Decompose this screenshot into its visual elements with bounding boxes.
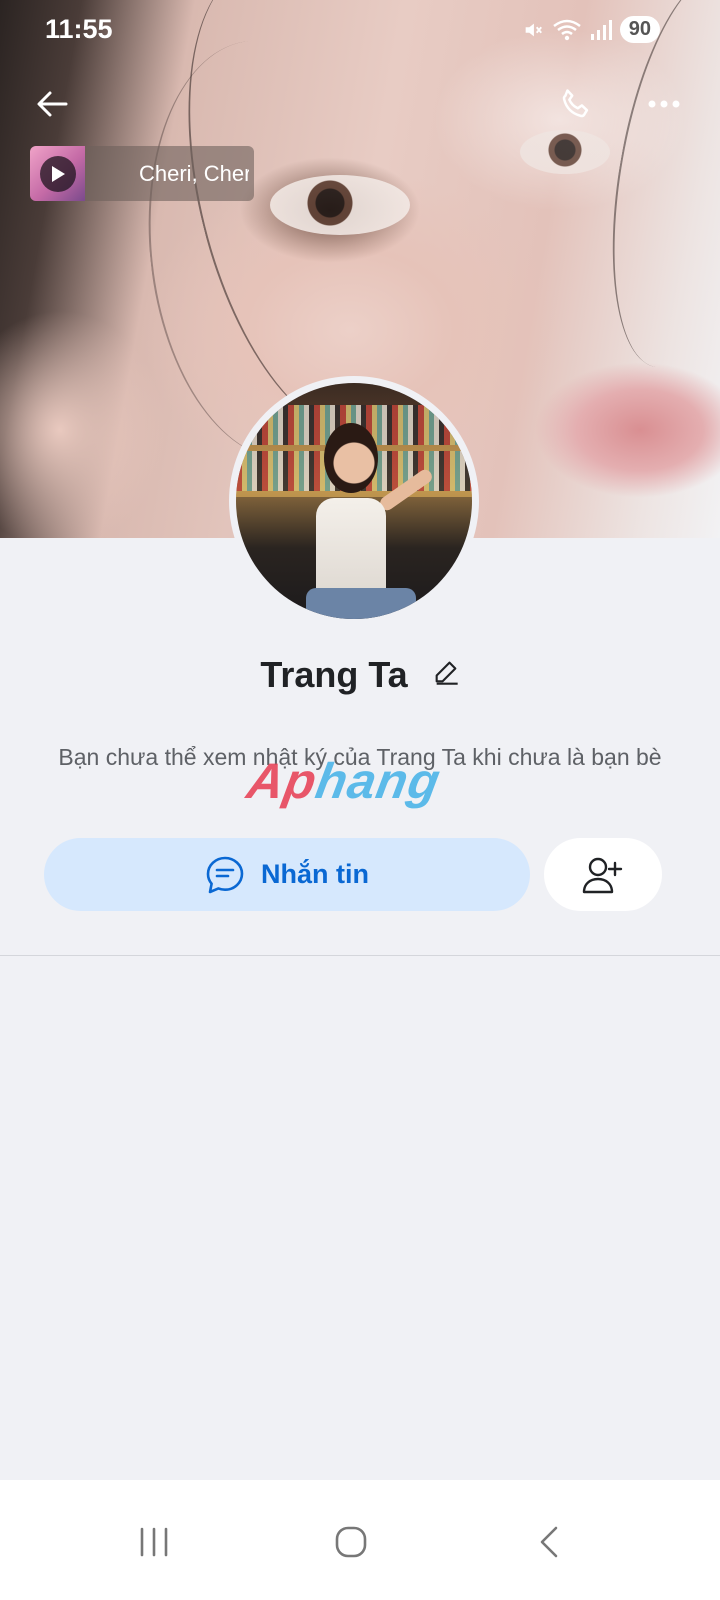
- cover-eye: [520, 130, 610, 174]
- system-back-button[interactable]: [509, 1502, 589, 1582]
- chevron-left-icon: [540, 1526, 558, 1558]
- person-jeans: [306, 588, 416, 619]
- home-icon: [335, 1526, 367, 1558]
- wifi-icon: [552, 19, 581, 40]
- play-icon: [51, 165, 65, 182]
- section-divider: [0, 955, 720, 956]
- mute-icon: [525, 23, 542, 36]
- song-title: Cheri, Cheri Lady: [139, 160, 249, 186]
- arrow-left-icon: [37, 91, 68, 117]
- message-button-label: Nhắn tin: [261, 859, 369, 889]
- add-user-icon: [582, 857, 623, 893]
- recents-icon: [140, 1527, 168, 1557]
- message-button[interactable]: Nhắn tin: [44, 838, 530, 911]
- album-thumbnail: [30, 146, 85, 201]
- status-time: 11:55: [45, 14, 113, 44]
- watermark-part-a: Ap: [243, 753, 322, 809]
- battery-level: 90: [619, 16, 660, 43]
- status-bar: 11:55 90: [0, 0, 720, 64]
- pencil-icon: [435, 662, 458, 686]
- recents-button[interactable]: [114, 1502, 194, 1582]
- signal-icon: [590, 19, 612, 40]
- edit-name-button[interactable]: [432, 653, 460, 695]
- watermark-part-b: hang: [311, 753, 446, 809]
- back-button[interactable]: [28, 80, 76, 128]
- avatar-photo: [236, 383, 472, 619]
- status-icons: 90: [522, 16, 660, 43]
- home-button[interactable]: [311, 1502, 391, 1582]
- more-dots-icon: [648, 100, 680, 108]
- profile-avatar[interactable]: [229, 376, 479, 626]
- play-button[interactable]: [39, 155, 76, 192]
- call-button[interactable]: [552, 80, 600, 128]
- phone-icon: [562, 89, 589, 118]
- system-nav-bar: [0, 1480, 720, 1600]
- profile-name-row: Trang Ta: [0, 654, 720, 696]
- watermark-logo: Aphang: [243, 752, 445, 810]
- person-head: [324, 423, 378, 493]
- now-playing-pill[interactable]: Cheri, Cheri Lady: [30, 146, 254, 201]
- cover-eye: [270, 175, 410, 235]
- chat-bubble-icon: [206, 856, 244, 893]
- profile-name: Trang Ta: [260, 654, 408, 695]
- add-friend-button[interactable]: [544, 838, 662, 911]
- more-options-button[interactable]: [640, 80, 688, 128]
